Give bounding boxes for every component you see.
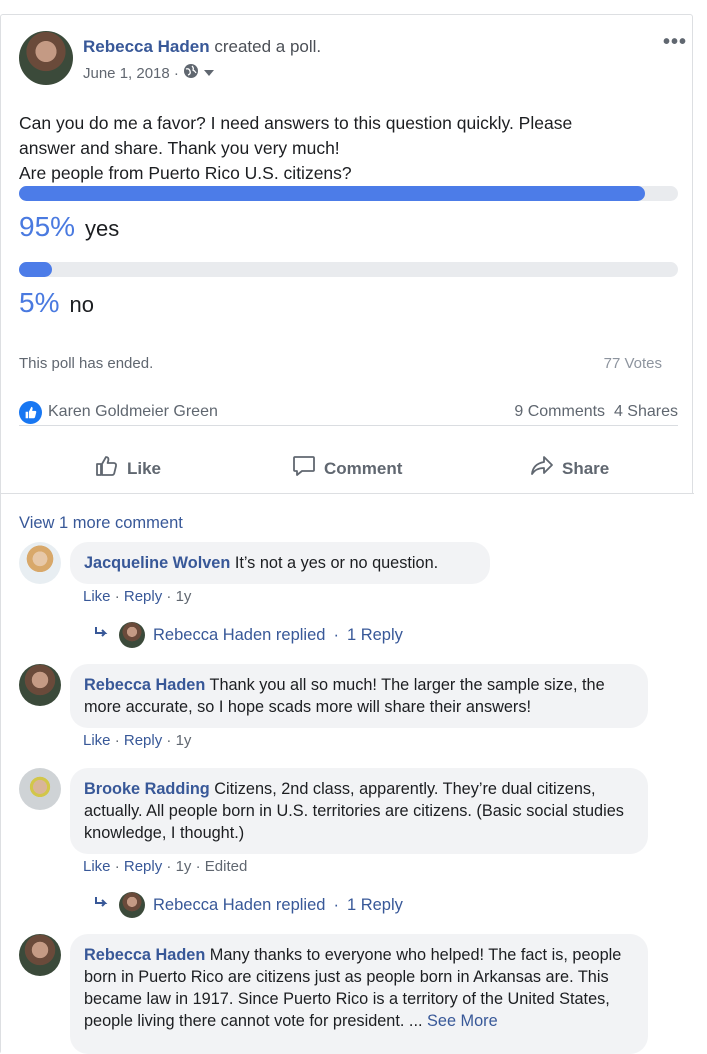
chevron-down-icon[interactable] (203, 65, 215, 82)
like-button[interactable]: Like (95, 455, 161, 482)
commenter-avatar[interactable] (19, 768, 61, 810)
share-button[interactable]: Share (530, 455, 609, 482)
like-label: Like (127, 458, 162, 478)
poll-option-label: yes (85, 216, 120, 241)
comment-like-link[interactable]: Like (83, 732, 111, 749)
poll-bar-yes[interactable] (19, 186, 678, 201)
poll-option-no[interactable]: 5% no (19, 287, 94, 319)
commenter-avatar[interactable] (19, 542, 61, 584)
see-more-link[interactable]: See More (427, 1012, 498, 1030)
post-date[interactable]: June 1, 2018 · (83, 65, 179, 82)
comment-reply-link[interactable]: Reply (124, 732, 162, 749)
reply-avatar (119, 892, 145, 918)
share-icon (530, 455, 554, 482)
poll-votes[interactable]: 77 Votes (604, 355, 662, 372)
commenter-avatar[interactable] (19, 664, 61, 706)
shares-count[interactable]: 4 Shares (614, 403, 678, 420)
post-action: created a poll. (214, 37, 322, 56)
post-actions: Like Comment Share (19, 441, 678, 493)
post-card: Rebecca Haden created a poll. June 1, 20… (0, 14, 694, 1054)
poll-percent: 95% (19, 211, 76, 242)
poll-option-yes[interactable]: 95% yes (19, 211, 119, 243)
separator: · (333, 625, 339, 644)
comments-section: View 1 more comment Jacqueline Wolven It… (1, 493, 694, 1054)
comment-time[interactable]: 1y (176, 588, 192, 605)
comment-meta: Like · Reply · 1y · Edited (83, 858, 248, 875)
reactor-name[interactable]: Karen Goldmeier Green (48, 403, 218, 421)
poll-bar-fill (19, 262, 52, 277)
globe-icon[interactable] (183, 63, 199, 83)
view-more-comments-link[interactable]: View 1 more comment (19, 514, 183, 533)
divider (19, 425, 678, 426)
comment-bubble: Rebecca Haden Thank you all so much! The… (70, 664, 648, 728)
post-text: Can you do me a favor? I need answers to… (19, 111, 679, 186)
commenter-name[interactable]: Jacqueline Wolven (84, 554, 230, 572)
commenter-name[interactable]: Brooke Radding (84, 780, 210, 798)
comment-like-link[interactable]: Like (83, 858, 111, 875)
top-strip (0, 0, 707, 14)
comment-bubble: Brooke Radding Citizens, 2nd class, appa… (70, 768, 648, 854)
post-text-line: Can you do me a favor? I need answers to… (19, 113, 573, 133)
poll-bar-fill (19, 186, 646, 201)
comment-icon (292, 455, 316, 482)
comment-meta: Like · Reply · 1y (83, 588, 192, 605)
poll-bar-no[interactable] (19, 262, 678, 277)
commenter-avatar[interactable] (19, 934, 61, 976)
replied-by: Rebecca Haden replied (153, 625, 326, 644)
comment-time[interactable]: 1y (176, 732, 192, 749)
comment-button[interactable]: Comment (292, 455, 402, 482)
replies-row[interactable]: Rebecca Haden replied · 1 Reply (93, 622, 403, 648)
poll-percent: 5% (19, 287, 60, 318)
comment-bubble: Rebecca Haden Many thanks to everyone wh… (70, 934, 648, 1054)
reactions-bar: Karen Goldmeier Green 9 Comments 4 Share… (19, 401, 678, 425)
more-options-button[interactable]: ••• (663, 31, 687, 54)
post-header: Rebecca Haden created a poll. June 1, 20… (19, 31, 686, 87)
comment-reply-link[interactable]: Reply (124, 588, 162, 605)
author-name[interactable]: Rebecca Haden (83, 37, 210, 56)
comment-bubble: Jacqueline Wolven It’s not a yes or no q… (70, 542, 490, 584)
comments-count[interactable]: 9 Comments (514, 403, 605, 420)
author-line: Rebecca Haden created a poll. (83, 37, 321, 57)
like-reaction-icon (19, 401, 42, 424)
engagement-counts: 9 Comments 4 Shares (514, 403, 678, 421)
separator: · (333, 895, 339, 914)
comment-meta: Like · Reply · 1y (83, 732, 192, 749)
share-label: Share (562, 458, 610, 478)
replies-row[interactable]: Rebecca Haden replied · 1 Reply (93, 892, 403, 918)
reply-count: 1 Reply (346, 625, 403, 644)
comment-time[interactable]: 1y (176, 858, 192, 875)
post-meta: June 1, 2018 · (83, 63, 215, 83)
post-text-line: answer and share. Thank you very much! (19, 138, 340, 158)
thumbs-up-icon (95, 455, 119, 482)
author-avatar[interactable] (19, 31, 73, 85)
post-text-line: Are people from Puerto Rico U.S. citizen… (19, 163, 352, 183)
poll-status: This poll has ended. (19, 355, 154, 372)
reply-count: 1 Reply (346, 895, 403, 914)
comment-label: Comment (324, 458, 403, 478)
comment-text: It’s not a yes or no question. (234, 554, 439, 572)
comment-like-link[interactable]: Like (83, 588, 111, 605)
reply-avatar (119, 622, 145, 648)
replied-by: Rebecca Haden replied (153, 895, 326, 914)
commenter-name[interactable]: Rebecca Haden (84, 946, 205, 964)
poll-option-label: no (69, 292, 94, 317)
reply-arrow-icon (93, 626, 111, 645)
reply-arrow-icon (93, 896, 111, 915)
commenter-name[interactable]: Rebecca Haden (84, 676, 205, 694)
comment-edited[interactable]: Edited (205, 858, 248, 875)
comment-reply-link[interactable]: Reply (124, 858, 162, 875)
